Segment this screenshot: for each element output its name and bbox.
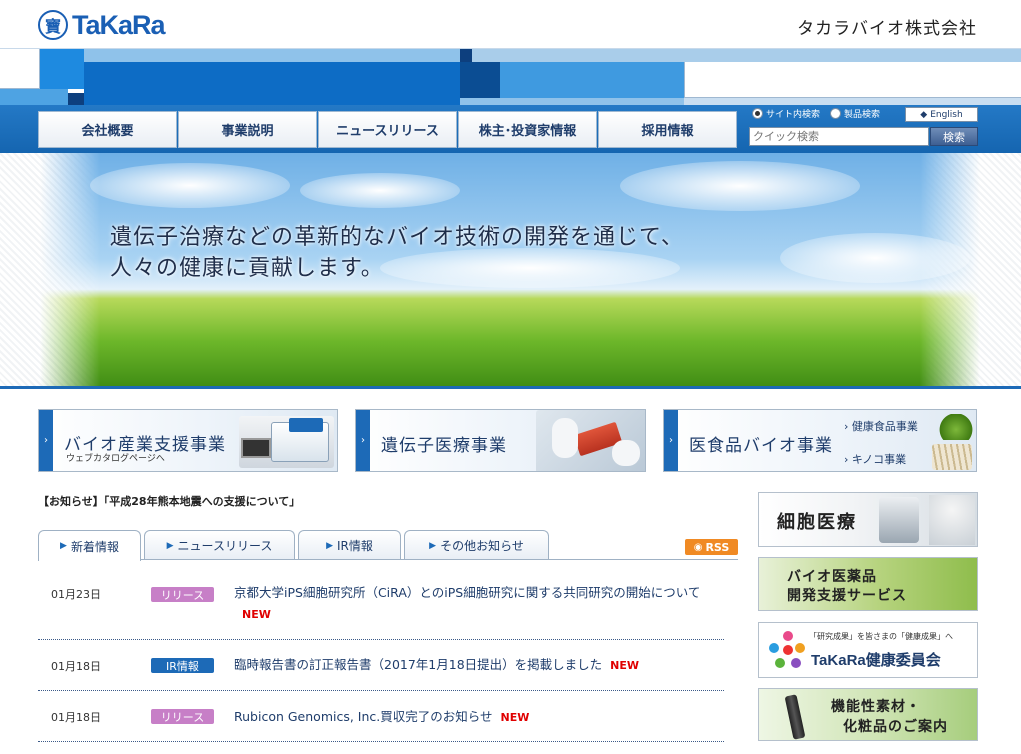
new-badge: NEW: [242, 608, 271, 621]
news-link[interactable]: 臨時報告書の訂正報告書（2017年1月18日提出）を掲載しました NEW: [234, 654, 724, 676]
release-badge: リリース: [151, 587, 214, 602]
ir-badge: IR情報: [151, 658, 214, 673]
mushroom-link[interactable]: › キノコ事業: [844, 451, 906, 467]
new-badge: NEW: [500, 711, 530, 724]
takara-emblem-icon: 寶: [38, 10, 68, 40]
food-bio-banner[interactable]: › 医食品バイオ事業 › 健康食品事業 › キノコ事業: [663, 409, 977, 472]
chevron-right-icon: ▶: [60, 541, 67, 551]
hero-tagline-line1: 遺伝子治療などの革新的なバイオ技術の開発を通じて、: [110, 225, 684, 250]
hero-tagline-line2: 人々の健康に貢献します。: [110, 256, 384, 281]
plant-leaf-image: [939, 414, 973, 440]
chevron-right-icon: ›: [844, 420, 849, 433]
health-food-label: 健康食品事業: [851, 420, 918, 433]
biopharma-support-banner[interactable]: バイオ医薬品 開発支援サービス: [758, 557, 978, 611]
biopharma-title-line2: 開発支援サービス: [787, 588, 907, 604]
tab-news-release[interactable]: ▶ ニュースリリース: [144, 530, 295, 560]
news-link[interactable]: Rubicon Genomics, Inc.買収完了のお知らせ NEW: [234, 706, 724, 728]
bio-industry-banner[interactable]: › バイオ産業支援事業 ウェブカタログページへ: [38, 409, 338, 472]
gene-medicine-banner[interactable]: › 遺伝子医療事業: [355, 409, 646, 472]
cell-culture-image: [536, 410, 645, 471]
takara-logo[interactable]: 寶 TaKaRa: [38, 7, 166, 43]
chevron-right-icon: ▶: [166, 540, 174, 551]
health-committee-title: TaKaRa健康委員会: [811, 652, 941, 669]
news-title: 京都大学iPS細胞研究所（CiRA）とのiPS細胞研究に関する共同研究の開始につ…: [234, 585, 701, 600]
cell-therapy-banner[interactable]: 細胞医療: [758, 492, 978, 547]
news-item: 01月18日 IR情報 臨時報告書の訂正報告書（2017年1月18日提出）を掲載…: [38, 640, 724, 691]
radio-site-label: サイト内検索: [766, 110, 821, 120]
new-badge: NEW: [610, 659, 640, 672]
tab-underline: [38, 559, 738, 560]
nav-item-news-release[interactable]: ニュースリリース: [318, 111, 457, 148]
kumamoto-notice-link[interactable]: 【お知らせ】「平成28年熊本地震への支援について」: [38, 493, 300, 509]
rss-label: RSS: [705, 540, 730, 554]
chevron-right-icon: ›: [664, 410, 678, 471]
rss-button[interactable]: ◉ RSS: [685, 539, 738, 555]
biopharma-title-line1: バイオ医薬品: [787, 569, 877, 585]
health-food-link[interactable]: › 健康食品事業: [844, 418, 918, 434]
food-bio-title: 医食品バイオ事業: [689, 436, 833, 456]
functional-materials-banner[interactable]: 機能性素材・ 化粧品のご案内: [758, 688, 978, 741]
search-button[interactable]: 検索: [930, 127, 978, 146]
microscope-image: [879, 497, 919, 543]
nav-item-ir[interactable]: 株主･投資家情報: [458, 111, 597, 148]
molecule-logo-icon: [769, 631, 807, 671]
tab-label: その他お知らせ: [440, 539, 524, 553]
tab-label: IR情報: [337, 539, 373, 553]
header-mosaic-decoration: [0, 48, 1021, 106]
radio-product-label: 製品検索: [844, 110, 881, 120]
chevron-right-icon: ›: [844, 453, 849, 466]
arrow-right-icon: ◆: [920, 109, 928, 120]
nav-item-company[interactable]: 会社概要: [38, 111, 177, 148]
news-date: 01月18日: [51, 660, 101, 673]
english-label: English: [930, 109, 963, 120]
hero-divider: [0, 386, 1021, 389]
radio-site-search[interactable]: サイト内検索: [752, 107, 820, 120]
radio-checked-icon: [752, 108, 763, 119]
takara-health-committee-banner[interactable]: 「研究成果」を皆さまの「健康成果」へ TaKaRa健康委員会: [758, 622, 978, 678]
hero-tagline: 遺伝子治療などの革新的なバイオ技術の開発を通じて、 人々の健康に貢献します。: [110, 222, 684, 284]
functional-title-line1: 機能性素材・: [831, 699, 921, 715]
tab-label: ニュースリリース: [177, 539, 273, 553]
health-committee-caption: 「研究成果」を皆さまの「健康成果」へ: [809, 632, 953, 641]
chevron-right-icon: ›: [356, 410, 370, 471]
mushroom-image: [932, 444, 972, 470]
web-catalog-link[interactable]: ウェブカタログページへ: [66, 451, 165, 464]
radio-product-search[interactable]: 製品検索: [830, 107, 880, 120]
rss-icon: ◉: [693, 541, 703, 553]
tab-new-info[interactable]: ▶ 新着情報: [38, 530, 141, 561]
mushroom-label: キノコ事業: [851, 453, 907, 466]
functional-title-line2: 化粧品のご案内: [843, 719, 948, 735]
cosmetic-bottle-image: [784, 694, 806, 740]
news-link[interactable]: 京都大学iPS細胞研究所（CiRA）とのiPS細胞研究に関する共同研究の開始につ…: [234, 582, 724, 625]
news-title: Rubicon Genomics, Inc.買収完了のお知らせ: [234, 709, 493, 724]
nav-item-recruit[interactable]: 採用情報: [598, 111, 737, 148]
news-title: 臨時報告書の訂正報告書（2017年1月18日提出）を掲載しました: [234, 657, 603, 672]
logo-text: TaKaRa: [72, 9, 166, 40]
news-date: 01月23日: [51, 588, 101, 601]
chevron-right-icon: ▶: [326, 540, 334, 551]
chevron-right-icon: ›: [39, 410, 53, 471]
search-scope-radios: サイト内検索 製品検索: [752, 107, 880, 120]
tab-ir-info[interactable]: ▶ IR情報: [298, 530, 401, 560]
nav-item-business[interactable]: 事業説明: [178, 111, 317, 148]
chevron-right-icon: ▶: [429, 540, 437, 551]
tab-label: 新着情報: [70, 539, 119, 554]
company-name: タカラバイオ株式会社: [797, 19, 977, 39]
news-item: 01月18日 リリース Rubicon Genomics, Inc.買収完了のお…: [38, 691, 724, 742]
lab-instrument-image: [239, 416, 334, 468]
english-site-button[interactable]: ◆ English: [905, 107, 978, 122]
news-item: 01月23日 リリース 京都大学iPS細胞研究所（CiRA）とのiPS細胞研究に…: [38, 575, 724, 640]
quick-search-input[interactable]: [749, 127, 929, 146]
news-date: 01月18日: [51, 711, 101, 724]
tab-other-notices[interactable]: ▶ その他お知らせ: [404, 530, 549, 560]
release-badge: リリース: [151, 709, 214, 724]
gene-medicine-title: 遺伝子医療事業: [381, 436, 507, 456]
cell-therapy-title: 細胞医療: [777, 512, 857, 533]
researcher-image: [929, 495, 975, 545]
radio-unchecked-icon: [830, 108, 842, 119]
